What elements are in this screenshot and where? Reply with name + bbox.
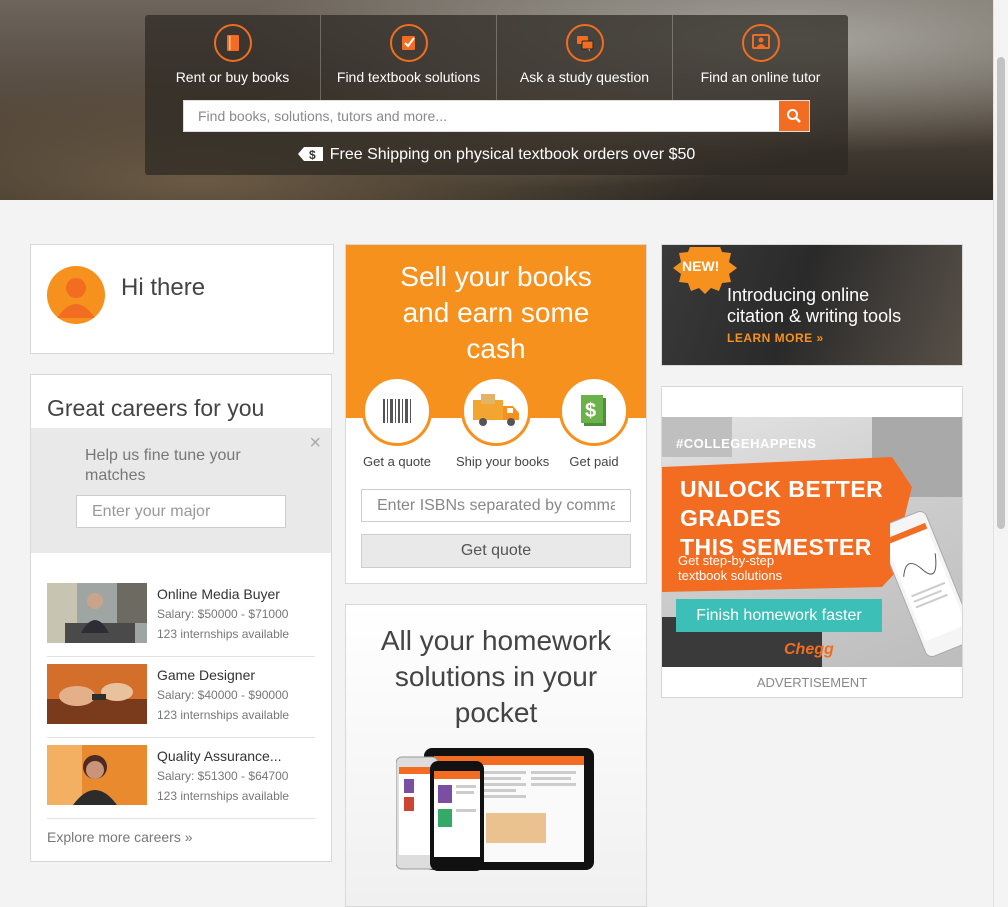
svg-text:$: $ [309,148,316,162]
nav-label: Ask a study question [519,69,650,85]
chegg-logo: Chegg [784,641,834,658]
homework-title: All your homework solutions in your pock… [380,625,612,728]
career-title: Online Media Buyer [157,586,280,602]
nav-label: Find textbook solutions [336,69,481,85]
ad-subtext: Get step-by-step textbook solutions [678,553,782,583]
career-internships: 123 internships available [157,708,290,722]
new-badge-text: NEW! [682,258,720,274]
career-salary: Salary: $51300 - $64700 [157,769,289,783]
career-salary: Salary: $40000 - $90000 [157,688,289,702]
major-input[interactable] [76,495,286,528]
devices-illustration [395,745,596,880]
page-scrollbar[interactable] [993,0,1008,907]
step-ship-books: Ship your books [456,376,550,469]
grades-ad: #COLLEGEHAPPENS UNLOCK BETTER GRADES THIS… [661,386,963,698]
career-title: Game Designer [157,667,256,683]
sell-books-card: Sell your books and earn some cash Get a… [345,244,647,584]
avatar[interactable] [47,266,105,324]
step-label: Get paid [569,454,619,469]
ad-image[interactable]: #COLLEGEHAPPENS UNLOCK BETTER GRADES THIS… [662,417,962,667]
barcode-icon [362,376,432,446]
ad-headline-line1: Introducing online [727,285,870,305]
careers-title: Great careers for you [47,395,265,421]
advertisement-label: ADVERTISEMENT [756,675,868,690]
book-icon [213,24,252,62]
nav-online-tutor[interactable]: Find an online tutor [672,15,848,100]
career-thumbnail [47,745,147,805]
nav-rent-books[interactable]: Rent or buy books [145,15,320,100]
step-get-quote: Get a quote [357,376,437,469]
ad-headline-line1: UNLOCK BETTER GRADES [680,476,884,531]
nav-textbook-solutions[interactable]: Find textbook solutions [320,15,496,100]
citation-tools-ad[interactable]: NEW! Introducing online citation & writin… [661,244,963,366]
ad-headline-line2: citation & writing tools [727,306,902,326]
learn-more-link[interactable]: LEARN MORE » [727,331,824,345]
search-button[interactable] [779,101,809,131]
ad-subtext-line2: textbook solutions [678,568,783,583]
careers-card: Great careers for you × Help us fine tun… [30,374,332,862]
step-label: Get a quote [363,454,431,469]
scrollbar-thumb[interactable] [997,57,1005,529]
career-thumbnail [47,664,147,724]
hero-banner: Rent or buy books Find textbook solution… [0,0,993,200]
nav-study-question[interactable]: Ask a study question [496,15,672,100]
search-bar [183,100,810,132]
tutor-icon [741,24,780,62]
career-thumbnail [47,583,147,643]
isbn-input[interactable] [361,489,631,522]
ad-headline: Introducing online citation & writing too… [727,285,901,327]
tune-message: Help us fine tune your matches [85,447,241,484]
career-item[interactable]: Quality Assurance... Salary: $51300 - $6… [47,737,315,819]
explore-careers-link[interactable]: Explore more careers » [47,829,193,845]
career-item[interactable]: Game Designer Salary: $40000 - $90000 12… [47,656,315,738]
finish-homework-button[interactable]: Finish homework faster [676,599,882,632]
money-icon: $ [559,376,629,446]
phone-illustration [890,510,962,658]
shipping-text: Free Shipping on physical textbook order… [329,146,696,163]
truck-icon [461,376,531,446]
career-salary: Salary: $50000 - $71000 [157,607,289,621]
ad-hashtag: #COLLEGEHAPPENS [676,436,817,451]
greeting-text: Hi there [121,274,206,301]
close-icon[interactable]: × [309,432,321,455]
ad-subtext-line1: Get step-by-step [678,553,775,568]
search-icon [787,109,801,123]
career-internships: 123 internships available [157,627,290,641]
search-input[interactable] [184,101,774,131]
step-label: Ship your books [456,454,550,469]
get-quote-button[interactable]: Get quote [361,534,631,568]
hero-panel: Rent or buy books Find textbook solution… [145,15,848,175]
tune-matches-panel: × Help us fine tune your matches [31,428,331,553]
homework-app-card: All your homework solutions in your pock… [345,604,647,907]
svg-text:$: $ [585,400,596,422]
nav-label: Rent or buy books [175,69,290,85]
nav-label: Find an online tutor [700,69,821,85]
price-tag-icon: $ [297,146,324,167]
solutions-icon [389,24,428,62]
career-internships: 123 internships available [157,789,290,803]
shipping-promo: $ Free Shipping on physical textbook ord… [145,146,848,167]
career-title: Quality Assurance... [157,748,282,764]
greeting-card: Hi there [30,244,334,354]
sell-title: Sell your books and earn some cash [400,261,592,364]
chat-icon [565,24,604,62]
step-get-paid: $ Get paid [554,376,634,469]
career-item[interactable]: Online Media Buyer Salary: $50000 - $710… [47,575,315,657]
